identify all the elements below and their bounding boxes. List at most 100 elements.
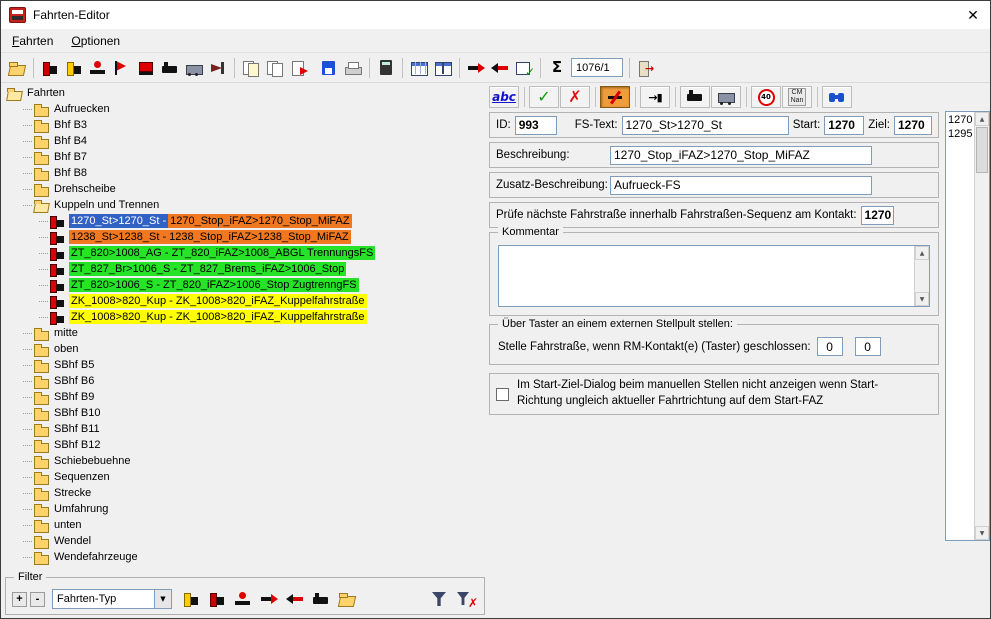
stop-at-target-button[interactable]: →▮ [640, 86, 670, 108]
tree-folder-aufruecken[interactable]: Aufruecken [5, 101, 485, 117]
scrollbar-track[interactable] [975, 126, 989, 526]
tree-route-item[interactable]: ZK_1008>820_Kup - ZK_1008>820_iFAZ_Kuppe… [5, 293, 485, 309]
filter-type-shunt-left-button[interactable] [257, 587, 281, 611]
tree-folder-sbhf-b9[interactable]: SBhf B9 [5, 389, 485, 405]
edit-route-button[interactable] [62, 56, 86, 80]
import-route-button[interactable] [287, 56, 311, 80]
kontakt-list[interactable]: 12701295 ▲ ▼ [945, 111, 990, 541]
kommentar-textarea[interactable]: ▲ ▼ [498, 245, 930, 307]
filter-type-loco-button[interactable] [309, 587, 333, 611]
beschreibung-field[interactable]: 1270_Stop_iFAZ>1270_Stop_MiFAZ [610, 146, 872, 165]
filter-type-shunt-right-button[interactable] [283, 587, 307, 611]
sigma-button[interactable]: Σ [545, 56, 569, 80]
search-button[interactable] [822, 86, 852, 108]
tree-route-item[interactable]: 1238_St>1238_St - 1238_Stop_iFAZ>1238_St… [5, 229, 485, 245]
filter-add-button[interactable]: + [12, 592, 27, 607]
tree-folder-wendel[interactable]: Wendel [5, 533, 485, 549]
start-ziel-checkbox[interactable] [496, 388, 509, 401]
filter-type-record-button[interactable] [231, 587, 255, 611]
tree-folder-drehscheibe[interactable]: Drehscheibe [5, 181, 485, 197]
tree-folder-sbhf-b10[interactable]: SBhf B10 [5, 405, 485, 421]
loco-route-button[interactable] [158, 56, 182, 80]
shunt-left-button[interactable] [464, 56, 488, 80]
tree-folder-schiebebuehne[interactable]: Schiebebuehne [5, 453, 485, 469]
tree-folder-sbhf-b5[interactable]: SBhf B5 [5, 357, 485, 373]
tree-folder-sbhf-b6[interactable]: SBhf B6 [5, 373, 485, 389]
tree-folder-kuppeln-und-trennen[interactable]: Kuppeln und Trennen [5, 197, 485, 213]
scroll-up-icon[interactable]: ▲ [975, 112, 989, 126]
tree-route-item[interactable]: ZK_1008>820_Kup - ZK_1008>820_iFAZ_Kuppe… [5, 309, 485, 325]
tree-folder-bhf-b7[interactable]: Bhf B7 [5, 149, 485, 165]
filter-type-select[interactable]: Fahrten-Typ ▼ [52, 589, 172, 609]
locomotive-button[interactable] [680, 86, 710, 108]
tree-route-item[interactable]: ZT_820>1006_S - ZT_820_iFAZ>1006_Stop Zu… [5, 277, 485, 293]
tree-folder-sequenzen[interactable]: Sequenzen [5, 469, 485, 485]
calculator-button[interactable] [374, 56, 398, 80]
filter-clear-button[interactable] [454, 587, 478, 611]
speed-limit-button[interactable]: 40 [751, 86, 781, 108]
check-grid-button[interactable] [512, 56, 536, 80]
scrollbar-thumb[interactable] [976, 127, 988, 173]
tree-folder-unten[interactable]: unten [5, 517, 485, 533]
wagon-button[interactable] [711, 86, 741, 108]
rm-kontakt-field-1[interactable]: 0 [817, 337, 843, 356]
tree-folder-bhf-b3[interactable]: Bhf B3 [5, 117, 485, 133]
id-field[interactable]: 993 [515, 116, 557, 135]
tree-route-item[interactable]: ZT_820>1008_AG - ZT_820_iFAZ>1008_ABGL T… [5, 245, 485, 261]
tree-folder-wendefahrzeuge[interactable]: Wendefahrzeuge [5, 549, 485, 565]
tree-folder-sbhf-b12[interactable]: SBhf B12 [5, 437, 485, 453]
filter-apply-button[interactable] [428, 587, 452, 611]
kontakt-list-item[interactable]: 1295 [948, 127, 973, 141]
wagon-route-button[interactable] [182, 56, 206, 80]
scroll-up-icon[interactable]: ▲ [915, 246, 929, 260]
tree-route-item[interactable]: 1270_St>1270_St - 1270_Stop_iFAZ>1270_St… [5, 213, 485, 229]
new-route-button[interactable] [38, 56, 62, 80]
tree-folder-sbhf-b11[interactable]: SBhf B11 [5, 421, 485, 437]
tree-folder-mitte[interactable]: mitte [5, 325, 485, 341]
copy-route-button[interactable] [239, 56, 263, 80]
exit-button[interactable] [634, 56, 658, 80]
start-field[interactable]: 1270 [824, 116, 864, 135]
filter-type-red-button[interactable] [205, 587, 229, 611]
horn-route-button[interactable] [206, 56, 230, 80]
kontakt-list-item[interactable]: 1270 [948, 113, 973, 127]
kommentar-scrollbar[interactable]: ▲ ▼ [914, 246, 929, 306]
table-split-view-button[interactable] [431, 56, 455, 80]
text-format-button[interactable]: abc [489, 86, 519, 108]
filter-remove-button[interactable]: - [30, 592, 45, 607]
filter-folder-button[interactable] [335, 587, 359, 611]
scroll-down-icon[interactable]: ▼ [915, 292, 929, 306]
tree-folder-fahrten[interactable]: Fahrten [5, 85, 485, 101]
menu-fahrten[interactable]: Fahrten [5, 31, 60, 51]
cancel-button[interactable]: ✗ [560, 86, 590, 108]
tree-route-item[interactable]: ZT_827_Br>1006_S - ZT_827_Brems_iFAZ>100… [5, 261, 485, 277]
zusatz-beschreibung-field[interactable]: Aufrueck-FS [610, 176, 872, 195]
tree-folder-umfahrung[interactable]: Umfahrung [5, 501, 485, 517]
dropdown-arrow-icon[interactable]: ▼ [154, 590, 171, 608]
close-button[interactable]: ✕ [956, 1, 990, 29]
print-button[interactable] [341, 56, 365, 80]
tree-folder-oben[interactable]: oben [5, 341, 485, 357]
block-route-button[interactable] [600, 86, 630, 108]
fs-text-field[interactable]: 1270_St>1270_St [622, 116, 789, 135]
tree-folder-bhf-b8[interactable]: Bhf B8 [5, 165, 485, 181]
save-button[interactable] [317, 56, 341, 80]
confirm-button[interactable]: ✓ [529, 86, 559, 108]
shunt-right-button[interactable] [488, 56, 512, 80]
open-folder-button[interactable] [5, 56, 29, 80]
ziel-field[interactable]: 1270 [894, 116, 932, 135]
unit-cm-nan-button[interactable]: CMNan [782, 86, 812, 108]
tree-folder-strecke[interactable]: Strecke [5, 485, 485, 501]
signal-route-button[interactable] [110, 56, 134, 80]
filter-type-yellow-button[interactable] [179, 587, 203, 611]
pruefe-kontakt-field[interactable]: 1270 [861, 206, 894, 225]
scroll-down-icon[interactable]: ▼ [975, 526, 989, 540]
flag-route-button[interactable] [134, 56, 158, 80]
menu-optionen[interactable]: Optionen [64, 31, 127, 51]
paste-route-button[interactable] [263, 56, 287, 80]
rm-kontakt-field-2[interactable]: 0 [855, 337, 881, 356]
record-route-button[interactable] [86, 56, 110, 80]
tree-folder-bhf-b4[interactable]: Bhf B4 [5, 133, 485, 149]
kontakt-scrollbar[interactable]: ▲ ▼ [974, 112, 989, 540]
table-view-button[interactable] [407, 56, 431, 80]
